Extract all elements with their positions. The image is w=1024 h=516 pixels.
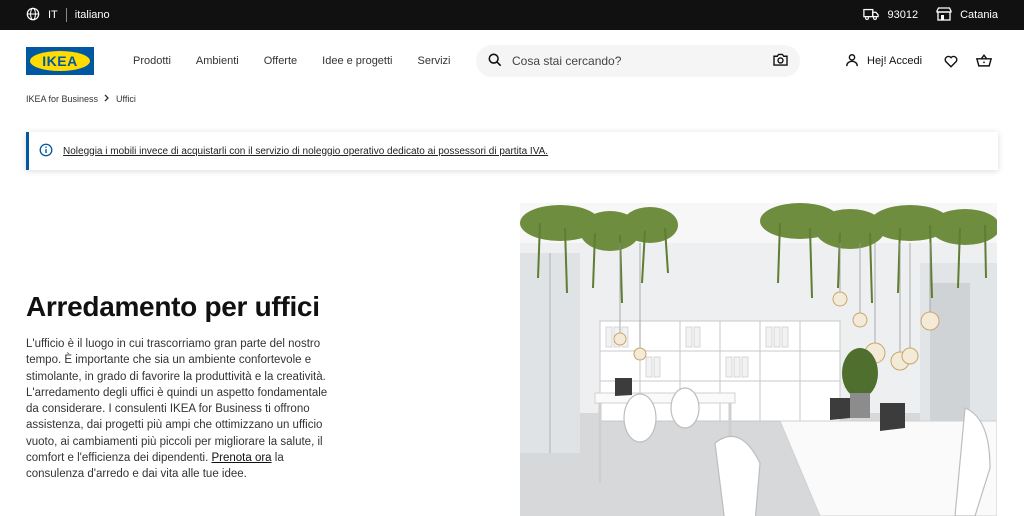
camera-icon[interactable]: [773, 53, 788, 69]
cart-icon[interactable]: [976, 53, 992, 69]
language-name: italiano: [74, 9, 110, 21]
store-name: Catania: [960, 9, 998, 21]
nav-item-servizi[interactable]: Servizi: [418, 55, 451, 67]
ikea-logo[interactable]: IKEA: [26, 47, 94, 75]
hero-description: L'ufficio è il luogo in cui trascorriamo…: [26, 336, 331, 483]
page-title: Arredamento per uffici: [26, 291, 320, 322]
nav-item-idee-e-progetti[interactable]: Idee e progetti: [322, 55, 392, 67]
breadcrumb-item-uffici[interactable]: Uffici: [116, 94, 136, 104]
search-placeholder: Cosa stai cercando?: [512, 54, 622, 68]
logo-text: IKEA: [42, 53, 78, 69]
chevron-right-icon: [104, 94, 110, 104]
nav-item-prodotti[interactable]: Prodotti: [133, 55, 171, 67]
heart-icon[interactable]: [943, 53, 959, 69]
store-selector-button[interactable]: Catania: [936, 6, 998, 24]
search-input[interactable]: Cosa stai cercando?: [476, 45, 800, 77]
main-header: IKEA Prodotti Ambienti Offerte Idee e pr…: [0, 30, 1024, 92]
top-utility-bar: IT italiano 93012 Catania: [0, 0, 1024, 30]
delivery-zip: 93012: [887, 9, 919, 21]
breadcrumb: IKEA for Business Uffici: [26, 94, 136, 104]
account-label: Hej! Accedi: [867, 55, 923, 67]
nav-item-offerte[interactable]: Offerte: [264, 55, 297, 67]
breadcrumb-item-business[interactable]: IKEA for Business: [26, 94, 98, 104]
main-nav: Prodotti Ambienti Offerte Idee e progett…: [133, 30, 451, 92]
store-icon: [936, 6, 952, 24]
office-hero-image: [520, 203, 997, 516]
hero-description-text: L'ufficio è il luogo in cui trascorriamo…: [26, 338, 328, 465]
language-code: IT: [48, 9, 58, 21]
truck-icon: [863, 7, 880, 24]
search-icon: [488, 53, 502, 70]
globe-icon: [26, 7, 40, 24]
info-icon: [39, 143, 53, 160]
book-consultation-link[interactable]: Prenota ora: [211, 452, 271, 464]
nav-item-ambienti[interactable]: Ambienti: [196, 55, 239, 67]
account-button[interactable]: Hej! Accedi: [845, 30, 922, 92]
logo-oval: IKEA: [30, 51, 90, 71]
rental-notice-link[interactable]: Noleggia i mobili invece di acquistarli …: [63, 146, 548, 157]
delivery-zip-button[interactable]: 93012: [863, 7, 918, 24]
person-icon: [845, 53, 859, 70]
rental-notice-banner: Noleggia i mobili invece di acquistarli …: [26, 132, 998, 170]
language-separator: [65, 8, 67, 22]
language-selector[interactable]: IT italiano: [26, 0, 110, 30]
